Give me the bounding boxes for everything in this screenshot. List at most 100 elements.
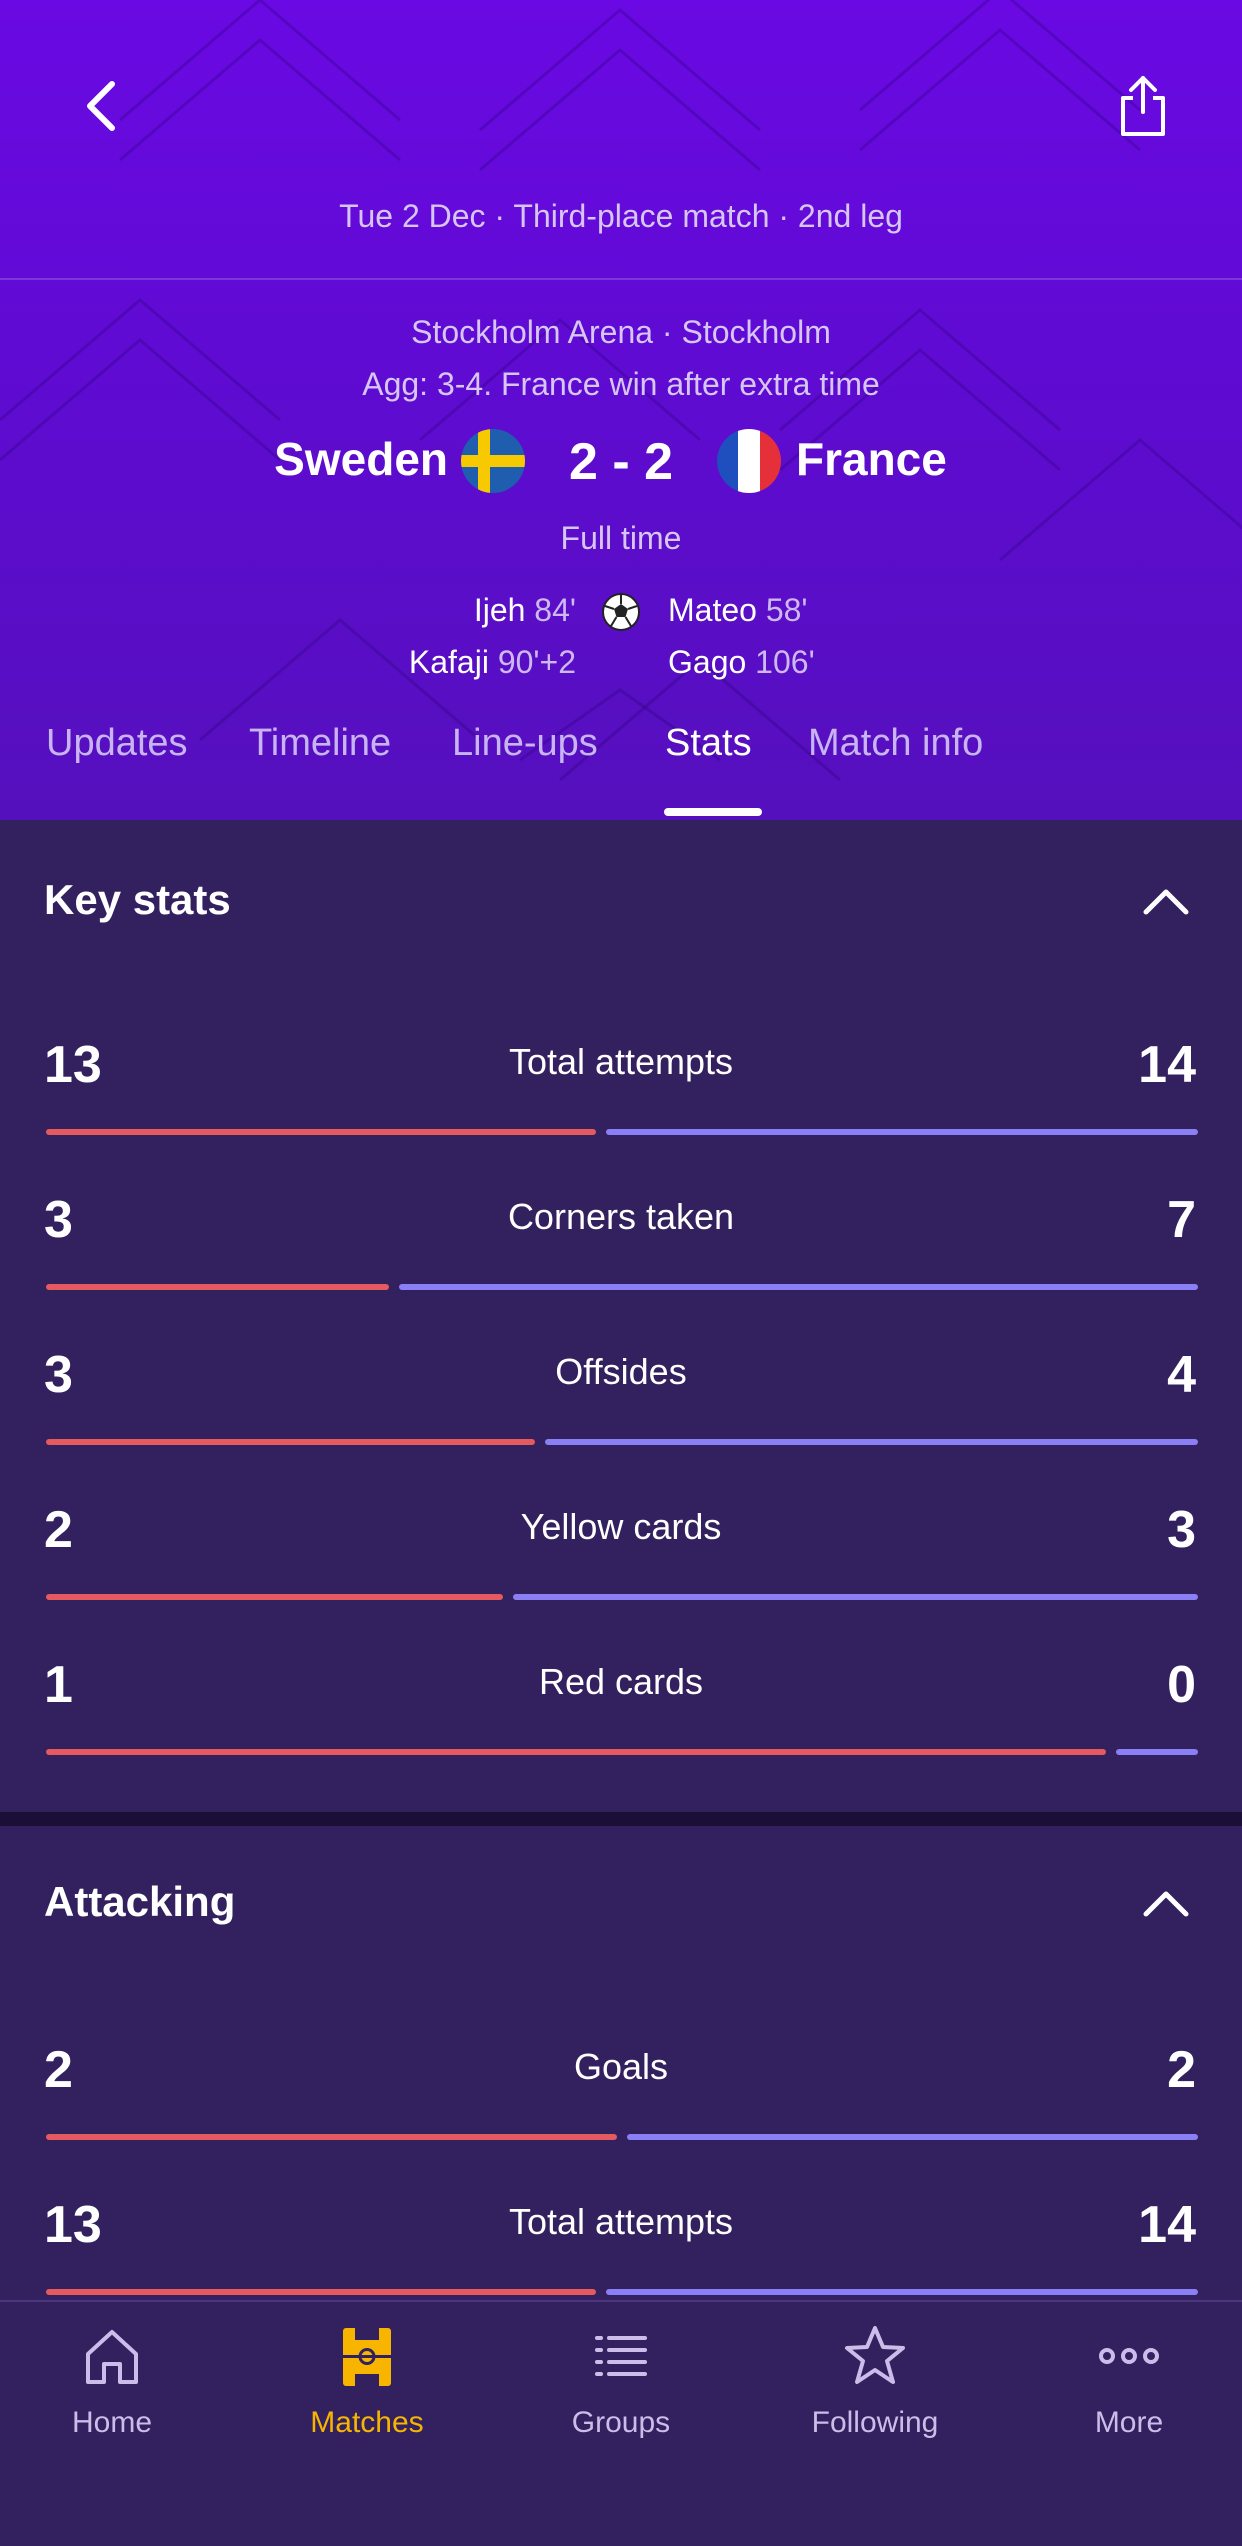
home-stat-bar bbox=[46, 1129, 596, 1135]
share-icon bbox=[1121, 76, 1165, 136]
goal-scorers: Ijeh 84' Kafaji 90'+2 Mateo 58' Gago 106… bbox=[0, 592, 1242, 692]
nav-label: More bbox=[1094, 2406, 1164, 2439]
away-stat-bar bbox=[512, 1594, 1198, 1600]
nav-label: Following bbox=[811, 2406, 939, 2439]
football-icon bbox=[602, 593, 640, 631]
stat-row-total-attempts: 13 Total attempts 14 bbox=[0, 2165, 1242, 2320]
home-stat-bar bbox=[46, 2289, 596, 2295]
stat-row-offsides: 3 Offsides 4 bbox=[0, 1315, 1242, 1470]
tab-timeline[interactable]: Timeline bbox=[249, 722, 391, 765]
home-icon bbox=[86, 2330, 138, 2384]
home-team-name[interactable]: Sweden bbox=[274, 432, 448, 486]
stat-label: Yellow cards bbox=[520, 1506, 722, 1547]
away-scorer: Gago 106' bbox=[668, 644, 815, 681]
match-meta: Tue 2 Dec · Third-place match · 2nd leg bbox=[339, 198, 903, 234]
nav-matches[interactable]: Matches bbox=[267, 2324, 467, 2464]
list-icon bbox=[595, 2336, 647, 2376]
away-stat-value: 14 bbox=[1138, 2196, 1196, 2254]
back-button[interactable] bbox=[70, 70, 134, 142]
header-pattern bbox=[0, 0, 1242, 782]
aggregate-info: Agg: 3-4. France win after extra time bbox=[362, 366, 880, 402]
away-scorer: Mateo 58' bbox=[668, 592, 808, 629]
away-stat-value: 2 bbox=[1167, 2041, 1196, 2099]
nav-groups[interactable]: Groups bbox=[521, 2324, 721, 2464]
away-stat-bar bbox=[545, 1439, 1198, 1445]
bottom-navigation: Home Matches Groups Following More bbox=[0, 2300, 1242, 2546]
stat-row-goals: 2 Goals 2 bbox=[0, 2010, 1242, 2165]
scorer-name: Gago bbox=[668, 644, 747, 680]
match-status: Full time bbox=[560, 520, 682, 556]
france-flag-icon bbox=[717, 429, 781, 493]
away-stat-value: 7 bbox=[1167, 1191, 1196, 1249]
tab-line-ups[interactable]: Line-ups bbox=[452, 722, 598, 765]
away-stat-bar bbox=[605, 2289, 1198, 2295]
stat-label: Offsides bbox=[555, 1351, 687, 1392]
stat-label: Corners taken bbox=[507, 1196, 735, 1237]
nav-label: Home bbox=[71, 2406, 153, 2439]
goal-minute: 90'+2 bbox=[497, 644, 576, 680]
nav-label: Matches bbox=[310, 2406, 424, 2439]
scorer-name: Kafaji bbox=[408, 644, 489, 680]
header-divider bbox=[0, 278, 1242, 280]
section-title: Attacking bbox=[44, 1878, 236, 1925]
score-row: Sweden 2 - 2 France bbox=[0, 428, 1242, 498]
home-scorer: Kafaji 90'+2 bbox=[409, 644, 576, 681]
home-scorer: Ijeh 84' bbox=[474, 592, 576, 629]
chevron-left-icon bbox=[87, 81, 115, 131]
home-stat-bar bbox=[46, 1439, 536, 1445]
stat-label: Total attempts bbox=[508, 2201, 734, 2242]
stat-label: Goals bbox=[573, 2046, 669, 2087]
tab-stats[interactable]: Stats bbox=[665, 722, 752, 765]
scorer-name: Mateo bbox=[668, 592, 757, 628]
venue: Stockholm Arena · Stockholm bbox=[411, 314, 831, 350]
match-header: Tue 2 Dec · Third-place match · 2nd leg … bbox=[0, 0, 1242, 820]
stat-row-corners-taken: 3 Corners taken 7 bbox=[0, 1160, 1242, 1315]
active-tab-indicator bbox=[664, 808, 762, 816]
nav-more[interactable]: More bbox=[1029, 2324, 1229, 2464]
stat-bar bbox=[46, 1749, 1198, 1755]
away-stat-value: 14 bbox=[1138, 1036, 1196, 1094]
scorer-name: Ijeh bbox=[473, 592, 526, 628]
section-divider bbox=[0, 1812, 1242, 1826]
stat-bar bbox=[46, 2289, 1198, 2295]
section-title: Key stats bbox=[44, 876, 231, 923]
stat-bar bbox=[46, 1594, 1198, 1600]
home-stat-bar bbox=[46, 1594, 503, 1600]
more-dots-icon bbox=[1099, 2348, 1159, 2364]
nav-home[interactable]: Home bbox=[12, 2324, 212, 2464]
chevron-up-icon[interactable] bbox=[1138, 882, 1194, 922]
home-stat-bar bbox=[46, 1749, 1106, 1755]
stat-bar bbox=[46, 1439, 1198, 1445]
away-stat-value: 3 bbox=[1167, 1501, 1196, 1559]
tab-match-info[interactable]: Match info bbox=[808, 722, 983, 765]
away-stat-bar bbox=[605, 1129, 1198, 1135]
goal-minute: 84' bbox=[534, 592, 576, 628]
sweden-flag-icon bbox=[461, 429, 525, 493]
tab-updates[interactable]: Updates bbox=[46, 722, 188, 765]
home-stat-bar bbox=[46, 2134, 617, 2140]
stat-bar bbox=[46, 1284, 1198, 1290]
stat-label: Red cards bbox=[538, 1661, 704, 1702]
chevron-up-icon[interactable] bbox=[1138, 1884, 1194, 1924]
stat-label: Total attempts bbox=[508, 1041, 734, 1082]
goal-minute: 58' bbox=[765, 592, 808, 628]
away-stat-bar bbox=[627, 2134, 1198, 2140]
stat-row-red-cards: 1 Red cards 0 bbox=[0, 1625, 1242, 1780]
goal-minute: 106' bbox=[755, 644, 815, 680]
stat-row-yellow-cards: 2 Yellow cards 3 bbox=[0, 1470, 1242, 1625]
star-icon bbox=[845, 2326, 905, 2384]
nav-following[interactable]: Following bbox=[775, 2324, 975, 2464]
home-stat-bar bbox=[46, 1284, 389, 1290]
away-stat-bar bbox=[1116, 1749, 1198, 1755]
away-stat-bar bbox=[398, 1284, 1198, 1290]
away-stat-value: 0 bbox=[1167, 1656, 1196, 1714]
away-team-name[interactable]: France bbox=[796, 432, 947, 486]
stat-row-total-attempts: 13 Total attempts 14 bbox=[0, 1005, 1242, 1160]
stat-bar bbox=[46, 1129, 1198, 1135]
pitch-icon bbox=[343, 2328, 391, 2386]
nav-label: Groups bbox=[571, 2406, 671, 2439]
away-stat-value: 4 bbox=[1167, 1346, 1196, 1404]
match-tabs: Updates Timeline Line-ups Stats Match in… bbox=[0, 722, 1242, 820]
share-button[interactable] bbox=[1108, 70, 1178, 142]
stat-bar bbox=[46, 2134, 1198, 2140]
